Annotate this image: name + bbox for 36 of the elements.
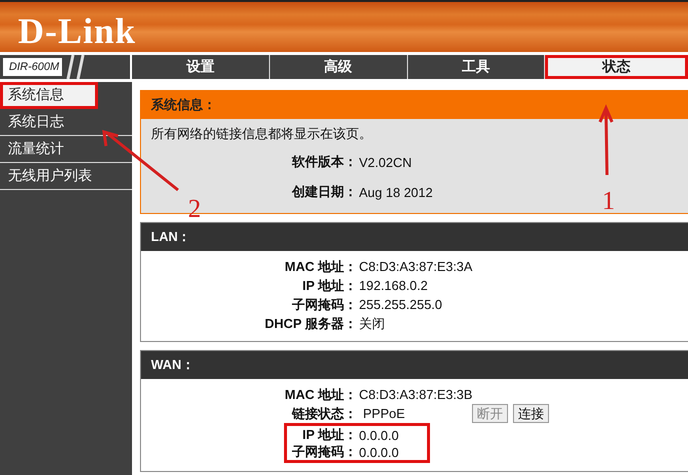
field-label: IP 地址： xyxy=(301,426,357,444)
field-value: 关闭 xyxy=(359,314,385,332)
sidebar-item[interactable]: 系统信息 xyxy=(0,82,98,109)
annotation-arrow xyxy=(598,104,614,176)
section-title: WAN： xyxy=(141,351,688,379)
field-value: V2.02CN xyxy=(359,154,412,170)
field-value: C8:D3:A3:87:E3:3B xyxy=(359,387,472,402)
section-description: 所有网络的链接信息都将显示在该页。 xyxy=(150,125,373,143)
field-value: C8:D3:A3:87:E3:3A xyxy=(359,259,472,274)
nav-tab[interactable]: 高级 xyxy=(270,55,408,79)
field-label: 子网掩码： xyxy=(291,443,357,461)
field-value: Aug 18 2012 xyxy=(359,184,433,200)
field-label: IP 地址： xyxy=(301,276,357,294)
section-title: 系统信息： xyxy=(141,91,688,119)
field-label: MAC 地址： xyxy=(284,386,357,404)
sidebar-item[interactable]: 无线用户列表 xyxy=(0,163,132,190)
field-label: 链接状态： xyxy=(290,404,357,422)
field-label: MAC 地址： xyxy=(284,258,357,276)
field-value: 0.0.0.0 xyxy=(359,444,399,460)
field-value: 0.0.0.0 xyxy=(359,428,399,442)
field-label: 软件版本： xyxy=(290,153,357,171)
nav-tab[interactable]: 状态 xyxy=(545,55,688,79)
field-label: DHCP 服务器： xyxy=(264,314,357,332)
section-title: LAN： xyxy=(141,223,688,251)
field-label: 子网掩码： xyxy=(291,296,357,314)
field-value: 192.168.0.2 xyxy=(359,278,428,293)
annotation-number: 1 xyxy=(602,188,615,214)
nav-tab[interactable]: 设置 xyxy=(132,55,270,79)
model-label: DIR-600M xyxy=(3,58,62,76)
sidebar-item[interactable]: 系统日志 xyxy=(0,109,132,136)
field-value: 255.255.255.0 xyxy=(359,297,442,312)
logo: D-Link xyxy=(18,10,136,52)
field-label: 创建日期： xyxy=(290,183,357,201)
action-button[interactable]: 连接 xyxy=(513,404,549,423)
sidebar-item[interactable]: 流量统计 xyxy=(0,136,132,163)
field-value: PPPoE xyxy=(362,406,406,421)
